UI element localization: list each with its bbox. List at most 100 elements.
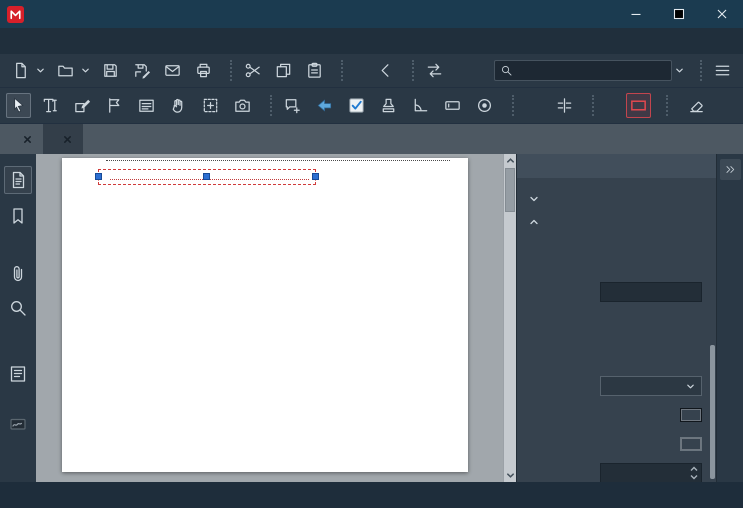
tab-close-icon[interactable] — [63, 135, 72, 144]
form-field-tool-button[interactable] — [440, 93, 465, 118]
copy-icon — [274, 61, 293, 80]
chevron-down-icon — [686, 382, 695, 391]
left-sidebar — [0, 154, 36, 482]
toolbar-separator — [700, 60, 702, 81]
minimize-button[interactable] — [614, 0, 657, 28]
cut-button[interactable] — [240, 58, 265, 83]
toc-entry-partial — [98, 158, 453, 167]
save-button[interactable] — [98, 58, 123, 83]
copy-button[interactable] — [271, 58, 296, 83]
search-input[interactable] — [517, 64, 666, 78]
selected-text-object[interactable] — [98, 169, 316, 185]
maximize-button[interactable] — [657, 0, 700, 28]
panel-toggle-strip — [716, 154, 743, 482]
scroll-up-button[interactable] — [504, 154, 516, 167]
open-dropdown[interactable] — [80, 58, 91, 83]
hand-tool-button[interactable] — [166, 93, 191, 118]
document-scrollbar[interactable] — [503, 154, 516, 482]
thumbnails-panel-button[interactable] — [4, 166, 32, 194]
bookmarks-icon — [8, 206, 28, 226]
selection-handle-right[interactable] — [312, 173, 319, 180]
line-width-stepper[interactable] — [688, 466, 699, 480]
chevron-down-icon — [675, 66, 684, 75]
radio-tool-button[interactable] — [472, 93, 497, 118]
tab-active-document[interactable] — [43, 124, 83, 154]
tools-toolbar — [0, 88, 743, 124]
search-panel-button[interactable] — [4, 294, 32, 322]
cut-icon — [243, 61, 262, 80]
selection-handle-middle[interactable] — [203, 173, 210, 180]
signature-panel-button[interactable] — [4, 410, 32, 438]
pdf-page[interactable] — [62, 158, 468, 472]
toolbar-separator — [270, 95, 272, 116]
stroke-color-swatch[interactable] — [680, 437, 702, 451]
stamp-tool-button[interactable] — [376, 93, 401, 118]
selection-handle-left[interactable] — [95, 173, 102, 180]
spin-up-icon — [690, 466, 698, 472]
rectangle-annotation-button[interactable] — [626, 93, 651, 118]
note-tool-button[interactable] — [280, 93, 305, 118]
transform-tool-button[interactable] — [198, 93, 223, 118]
search-icon — [500, 64, 513, 77]
close-button[interactable] — [700, 0, 743, 28]
scrollbar-thumb[interactable] — [505, 168, 515, 212]
form-editor-tool-button[interactable] — [134, 93, 159, 118]
snapshot-icon — [233, 96, 252, 115]
retract-tool-button[interactable] — [312, 93, 337, 118]
line-width-field[interactable] — [600, 463, 702, 482]
email-button[interactable] — [160, 58, 185, 83]
font-name-field[interactable] — [600, 282, 702, 302]
panel-title — [517, 154, 716, 178]
properties-panel-button[interactable] — [4, 360, 32, 388]
nav-back-button[interactable] — [373, 58, 398, 83]
font-size-field[interactable] — [600, 311, 702, 331]
thumbnails-icon — [8, 170, 28, 190]
section-font[interactable] — [517, 210, 716, 233]
document-area[interactable] — [36, 154, 516, 482]
main-area — [0, 154, 743, 482]
open-folder-icon — [56, 61, 75, 80]
maximize-icon — [670, 5, 688, 23]
radio-icon — [475, 96, 494, 115]
text-type-select[interactable] — [600, 376, 702, 396]
checkbox-tool-button[interactable] — [344, 93, 369, 118]
edit-text-tool-button[interactable] — [38, 93, 63, 118]
checkbox-icon — [347, 96, 366, 115]
select-text-tool-button[interactable] — [102, 93, 127, 118]
tab-close-icon[interactable] — [23, 135, 32, 144]
search-box[interactable] — [494, 60, 672, 81]
scroll-down-button[interactable] — [504, 469, 516, 482]
collapse-panel-button[interactable] — [720, 159, 741, 180]
tab-untitled[interactable] — [3, 124, 43, 154]
paste-button[interactable] — [302, 58, 327, 83]
search-panel-icon — [8, 298, 28, 318]
toolbar-separator — [666, 95, 668, 116]
transfer-button[interactable] — [422, 58, 447, 83]
panel-scrollbar[interactable] — [710, 182, 715, 479]
attachments-panel-button[interactable] — [4, 260, 32, 288]
align-tool-button[interactable] — [552, 93, 577, 118]
search-dropdown[interactable] — [674, 58, 685, 83]
eraser-tool-button[interactable] — [684, 93, 709, 118]
fill-color-swatch[interactable] — [680, 408, 702, 422]
panel-scrollbar-thumb[interactable] — [710, 345, 715, 479]
save-as-button[interactable] — [129, 58, 154, 83]
main-menu-button[interactable] — [710, 58, 735, 83]
snapshot-tool-button[interactable] — [230, 93, 255, 118]
edit-object-icon — [73, 96, 92, 115]
measure-tool-button[interactable] — [408, 93, 433, 118]
print-button[interactable] — [191, 58, 216, 83]
edit-object-tool-button[interactable] — [70, 93, 95, 118]
toc-entry-selected[interactable] — [98, 167, 453, 186]
new-document-dropdown[interactable] — [35, 58, 46, 83]
section-geometry[interactable] — [517, 187, 716, 210]
save-icon — [101, 61, 120, 80]
bookmarks-panel-button[interactable] — [4, 202, 32, 230]
select-tool-button[interactable] — [6, 93, 31, 118]
form-field-icon — [443, 96, 462, 115]
open-button[interactable] — [53, 58, 78, 83]
chevron-up-icon — [529, 217, 539, 227]
font-row — [517, 279, 716, 305]
title-bar — [0, 0, 743, 28]
new-document-button[interactable] — [8, 58, 33, 83]
